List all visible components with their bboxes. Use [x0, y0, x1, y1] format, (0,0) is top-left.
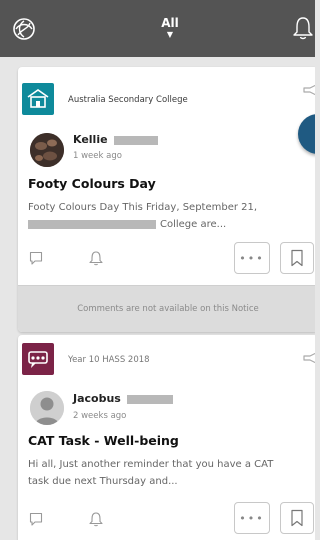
notice-feed[interactable]: Australia Secondary College Kellie 1 wee… — [0, 57, 315, 540]
bell-icon[interactable] — [88, 250, 104, 266]
notice-title[interactable]: Footy Colours Day — [28, 176, 156, 191]
avatar — [30, 133, 64, 167]
excerpt-line: Hi all, Just another reminder that you h… — [28, 459, 274, 470]
avatar — [30, 391, 64, 425]
notice-card[interactable]: Australia Secondary College Kellie 1 wee… — [18, 67, 315, 332]
feed-filter-dropdown[interactable]: All ▼ — [140, 16, 200, 39]
notice-title[interactable]: CAT Task - Well-being — [28, 433, 179, 448]
megaphone-icon — [303, 352, 315, 364]
class-group-icon — [22, 343, 54, 375]
excerpt-line: Footy Colours Day This Friday, September… — [28, 202, 258, 213]
comment-icon[interactable] — [28, 511, 44, 527]
redacted-text — [28, 219, 156, 229]
comment-icon[interactable] — [28, 250, 44, 266]
notice-card[interactable]: Year 10 HASS 2018 Jacobus 2 weeks ago CA… — [18, 335, 315, 540]
bookmark-button[interactable] — [280, 242, 314, 274]
group-name: Australia Secondary College — [68, 95, 188, 105]
chevron-down-icon: ▼ — [166, 30, 174, 39]
logo-icon[interactable] — [12, 17, 36, 41]
top-bar: All ▼ — [0, 0, 315, 57]
more-icon: ••• — [239, 511, 265, 525]
bell-icon[interactable] — [88, 511, 104, 527]
redacted-surname — [126, 394, 173, 404]
bookmark-button[interactable] — [280, 502, 314, 534]
school-group-icon — [22, 83, 54, 115]
group-name: Year 10 HASS 2018 — [68, 355, 150, 365]
more-icon: ••• — [239, 251, 265, 265]
timestamp: 2 weeks ago — [73, 411, 127, 421]
author-name: Jacobus — [73, 392, 173, 405]
author-name: Kellie — [73, 133, 158, 146]
comments-disabled-notice: Comments are not available on this Notic… — [18, 285, 315, 332]
redacted-surname — [113, 135, 158, 145]
bookmark-icon — [291, 249, 303, 267]
filter-label: All — [161, 16, 179, 30]
more-button[interactable]: ••• — [234, 502, 270, 534]
excerpt-line: task due next Thursday and... — [28, 476, 178, 487]
bell-icon[interactable] — [292, 15, 314, 41]
notice-excerpt: Hi all, Just another reminder that you h… — [28, 456, 313, 490]
megaphone-icon — [303, 84, 315, 96]
timestamp: 1 week ago — [73, 151, 122, 161]
bookmark-icon — [291, 509, 303, 527]
more-button[interactable]: ••• — [234, 242, 270, 274]
notice-excerpt: Footy Colours Day This Friday, September… — [28, 199, 313, 233]
excerpt-line: College are... — [160, 219, 227, 230]
